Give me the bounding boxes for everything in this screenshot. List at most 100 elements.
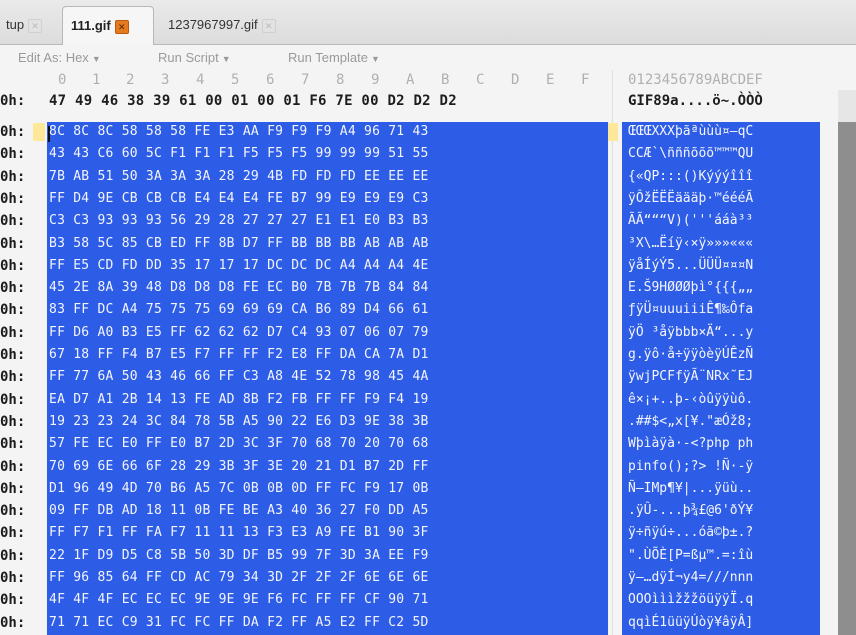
row-hex-bytes[interactable]: FF D4 9E CB CB CB E4 E4 E4 FE B7 99 E9 E… [49, 191, 429, 206]
col-header-2: 2 [126, 72, 135, 88]
row-ascii[interactable]: ê×¡+..þ-‹òûÿÿùô. [628, 392, 753, 407]
tab-label: 111.gif [71, 18, 111, 33]
row-hex-bytes[interactable]: 67 18 FF F4 B7 E5 F7 FF FF F2 E8 FF DA C… [49, 347, 429, 362]
row-hex-bytes[interactable]: EA D7 A1 2B 14 13 FE AD 8B F2 FB FF FF F… [49, 392, 429, 407]
row-hex-bytes[interactable]: 8C 8C 8C 58 58 58 FE E3 AA F9 F9 F9 A4 9… [49, 124, 429, 139]
tab-1237967997-gif[interactable]: 1237967997.gif ✕ [160, 6, 276, 44]
hex-row: 0h: D1 96 49 4D 70 B6 A5 7C 0B 0B 0D FF F… [0, 481, 856, 500]
row-ascii[interactable]: qqìÉ1üüÿÚòÿ¥âÿÂ] [628, 615, 753, 630]
row-address: 0h: [0, 213, 26, 230]
row-ascii[interactable]: .ÿÛ-...þ¾£@6'ðÝ¥ [628, 503, 753, 518]
row-ascii[interactable]: ƒÿÜ¤uuuiiiÊ¶‰Ôfa [628, 302, 753, 317]
row-hex-bytes[interactable]: 09 FF DB AD 18 11 0B FE BE A3 40 36 27 F… [49, 503, 429, 518]
row-ascii[interactable]: ÿÔžËËËäääþ·™éééÃ [628, 191, 753, 206]
row-hex-bytes[interactable]: FF F7 F1 FF FA F7 11 11 13 F3 E3 A9 FE B… [49, 525, 429, 540]
ascii-column-header: 0123456789ABCDEF [628, 72, 763, 88]
row-hex-bytes[interactable]: FF D6 A0 B3 E5 FF 62 62 62 D7 C4 93 07 0… [49, 325, 429, 340]
row-ascii[interactable]: ÿ÷ñÿú÷...óã©þ±.? [628, 525, 753, 540]
row-address: 0h: [0, 302, 26, 319]
row-ascii[interactable]: ÿåÍýÝ5...ÜÜÜ¤¤¤N [628, 258, 753, 273]
row-ascii[interactable]: Ñ–IMp¶¥|...ÿüù.. [628, 481, 753, 496]
col-header-e: E [546, 72, 555, 88]
row-address: 0h: [0, 614, 26, 631]
hex-row: 0h: 57 FE EC E0 FF E0 B7 2D 3C 3F 70 68 7… [0, 436, 856, 455]
col-header-0: 0 [58, 72, 67, 88]
row-ascii[interactable]: ³X\…Ëíÿ‹×ÿ»»»««« [628, 236, 753, 251]
col-header-7: 7 [301, 72, 310, 88]
row-hex-bytes[interactable]: 70 69 6E 66 6F 28 29 3B 3F 3E 20 21 D1 B… [49, 459, 429, 474]
row-address: 0h: [0, 413, 26, 430]
hex-row: 0h: 8C 8C 8C 58 58 58 FE E3 AA F9 F9 F9 A… [0, 124, 856, 143]
run-script-menu[interactable]: Run Script ▼ [158, 50, 231, 65]
row-hex-bytes[interactable]: 7B AB 51 50 3A 3A 3A 28 29 4B FD FD FD E… [49, 169, 429, 184]
row-hex-bytes[interactable]: 4F 4F 4F EC EC EC 9E 9E 9E F6 FC FF FF C… [49, 592, 429, 607]
row-hex-bytes[interactable]: FF E5 CD FD DD 35 17 17 17 DC DC DC A4 A… [49, 258, 429, 273]
row-hex-bytes[interactable]: 57 FE EC E0 FF E0 B7 2D 3C 3F 70 68 70 2… [49, 436, 429, 451]
tab-111-gif[interactable]: 111.gif ✕ [62, 6, 154, 45]
column-header: 0 1 2 3 4 5 6 7 8 9 A B C D E F 01234567… [0, 70, 856, 90]
row-address: 0h: [0, 525, 26, 542]
hex-row: 0h: FF 77 6A 50 43 46 66 FF C3 A8 4E 52 7… [0, 369, 856, 388]
hex-row: 0h: 70 69 6E 66 6F 28 29 3B 3F 3E 20 21 D… [0, 459, 856, 478]
row-ascii[interactable]: E.Š9HØØØþì°{{{„„ [628, 280, 753, 295]
row-hex-bytes[interactable]: FF 96 85 64 FF CD AC 79 34 3D 2F 2F 2F 6… [49, 570, 429, 585]
row-address: 0h: [0, 93, 26, 109]
vertical-scrollbar[interactable] [838, 90, 856, 635]
row-ascii[interactable]: g.ÿô·å÷ÿÿòèÿÚÊzÑ [628, 347, 753, 362]
close-icon[interactable]: ✕ [114, 19, 129, 34]
hex-row: 0h: 19 23 23 24 3C 84 78 5B A5 90 22 E6 D… [0, 414, 856, 433]
hex-row: 0h: FF D4 9E CB CB CB E4 E4 E4 FE B7 99 E… [0, 191, 856, 210]
row-ascii[interactable]: ŒŒŒXXXþãªùùù¤–qC [628, 124, 753, 139]
row-ascii[interactable]: ÃÃ“““V)('''ááà³³ [628, 213, 753, 228]
row-address: 0h: [0, 436, 26, 453]
hex-row: 0h: C3 C3 93 93 93 56 29 28 27 27 27 E1 E… [0, 213, 856, 232]
row-ascii[interactable]: {«QP:::()Kýýýîîî [628, 169, 753, 184]
row-ascii[interactable]: .##$<„x[¥."æÓž8; [628, 414, 753, 429]
col-header-c: C [476, 72, 485, 88]
tab-bar: tup ✕ 111.gif ✕ 1237967997.gif ✕ [0, 0, 856, 45]
hex-row: 0h: 09 FF DB AD 18 11 0B FE BE A3 40 36 2… [0, 503, 856, 522]
row-hex-bytes[interactable]: 83 FF DC A4 75 75 75 69 69 69 CA B6 89 D… [49, 302, 429, 317]
row-ascii[interactable]: ".ÙÕÈ[P=ßµ™.=:îù [628, 548, 753, 563]
col-header-6: 6 [266, 72, 275, 88]
row-address: 0h: [0, 124, 26, 140]
row-ascii[interactable]: ÿÖ ³åÿbbb×Ä“...y [628, 325, 753, 340]
col-header-8: 8 [336, 72, 345, 88]
chevron-down-icon: ▼ [91, 54, 101, 64]
row-ascii[interactable]: GIF89a....ö~.ÒÒÒ [628, 93, 763, 109]
hex-row: 0h: 83 FF DC A4 75 75 75 69 69 69 CA B6 8… [0, 302, 856, 321]
row-hex-bytes[interactable]: D1 96 49 4D 70 B6 A5 7C 0B 0B 0D FF FC F… [49, 481, 429, 496]
hex-row: 0h: FF E5 CD FD DD 35 17 17 17 DC DC DC A… [0, 258, 856, 277]
row-hex-bytes[interactable]: C3 C3 93 93 93 56 29 28 27 27 27 E1 E1 E… [49, 213, 429, 228]
row-address: 0h: [0, 480, 26, 497]
tab-label: tup [6, 17, 25, 32]
row-ascii[interactable]: ÿwjPCFfÿÃ¨NRx˜EJ [628, 369, 753, 384]
edit-as-menu[interactable]: Edit As: Hex ▼ [18, 50, 101, 65]
hex-row: 0h: 7B AB 51 50 3A 3A 3A 28 29 4B FD FD F… [0, 169, 856, 188]
row-address: 0h: [0, 168, 26, 185]
row-ascii[interactable]: OOOìììžžžöüÿÿÏ.q [628, 592, 753, 607]
col-header-5: 5 [231, 72, 240, 88]
row-hex-bytes[interactable]: 71 71 EC C9 31 FC FC FF DA F2 FF A5 E2 F… [49, 615, 429, 630]
tab-label: 1237967997.gif [168, 17, 258, 32]
row-hex-bytes[interactable]: 45 2E 8A 39 48 D8 D8 D8 FE EC B0 7B 7B 7… [49, 280, 429, 295]
row-hex-bytes[interactable]: FF 77 6A 50 43 46 66 FF C3 A8 4E 52 78 9… [49, 369, 429, 384]
col-header-b: B [441, 72, 450, 88]
row-ascii[interactable]: pinfo();?> !Ñ·-ÿ [628, 459, 753, 474]
row-ascii[interactable]: ÿ–…dÿÍ¬y4=///nnn [628, 570, 753, 585]
row-hex-bytes[interactable]: 22 1F D9 D5 C8 5B 50 3D DF B5 99 7F 3D 3… [49, 548, 429, 563]
row-address: 0h: [0, 146, 26, 163]
hex-row: 0h: FF 96 85 64 FF CD AC 79 34 3D 2F 2F 2… [0, 570, 856, 589]
row-hex-bytes[interactable]: B3 58 5C 85 CB ED FF 8B D7 FF BB BB BB A… [49, 236, 429, 251]
run-template-menu[interactable]: Run Template ▼ [288, 50, 380, 65]
close-icon[interactable]: ✕ [261, 18, 276, 33]
row-hex-bytes[interactable]: 47 49 46 38 39 61 00 01 00 01 F6 7E 00 D… [49, 93, 457, 109]
tab-setup[interactable]: tup ✕ [0, 6, 43, 44]
row-ascii[interactable]: CCÆ`\ñññõõõ™™™QU [628, 146, 753, 161]
row-address: 0h: [0, 547, 26, 564]
close-icon[interactable]: ✕ [28, 18, 43, 33]
row-hex-bytes[interactable]: 43 43 C6 60 5C F1 F1 F1 F5 F5 F5 99 99 9… [49, 146, 429, 161]
row-address: 0h: [0, 324, 26, 341]
row-ascii[interactable]: Wþìàÿà·-<?php ph [628, 436, 753, 451]
row-hex-bytes[interactable]: 19 23 23 24 3C 84 78 5B A5 90 22 E6 D3 9… [49, 414, 429, 429]
